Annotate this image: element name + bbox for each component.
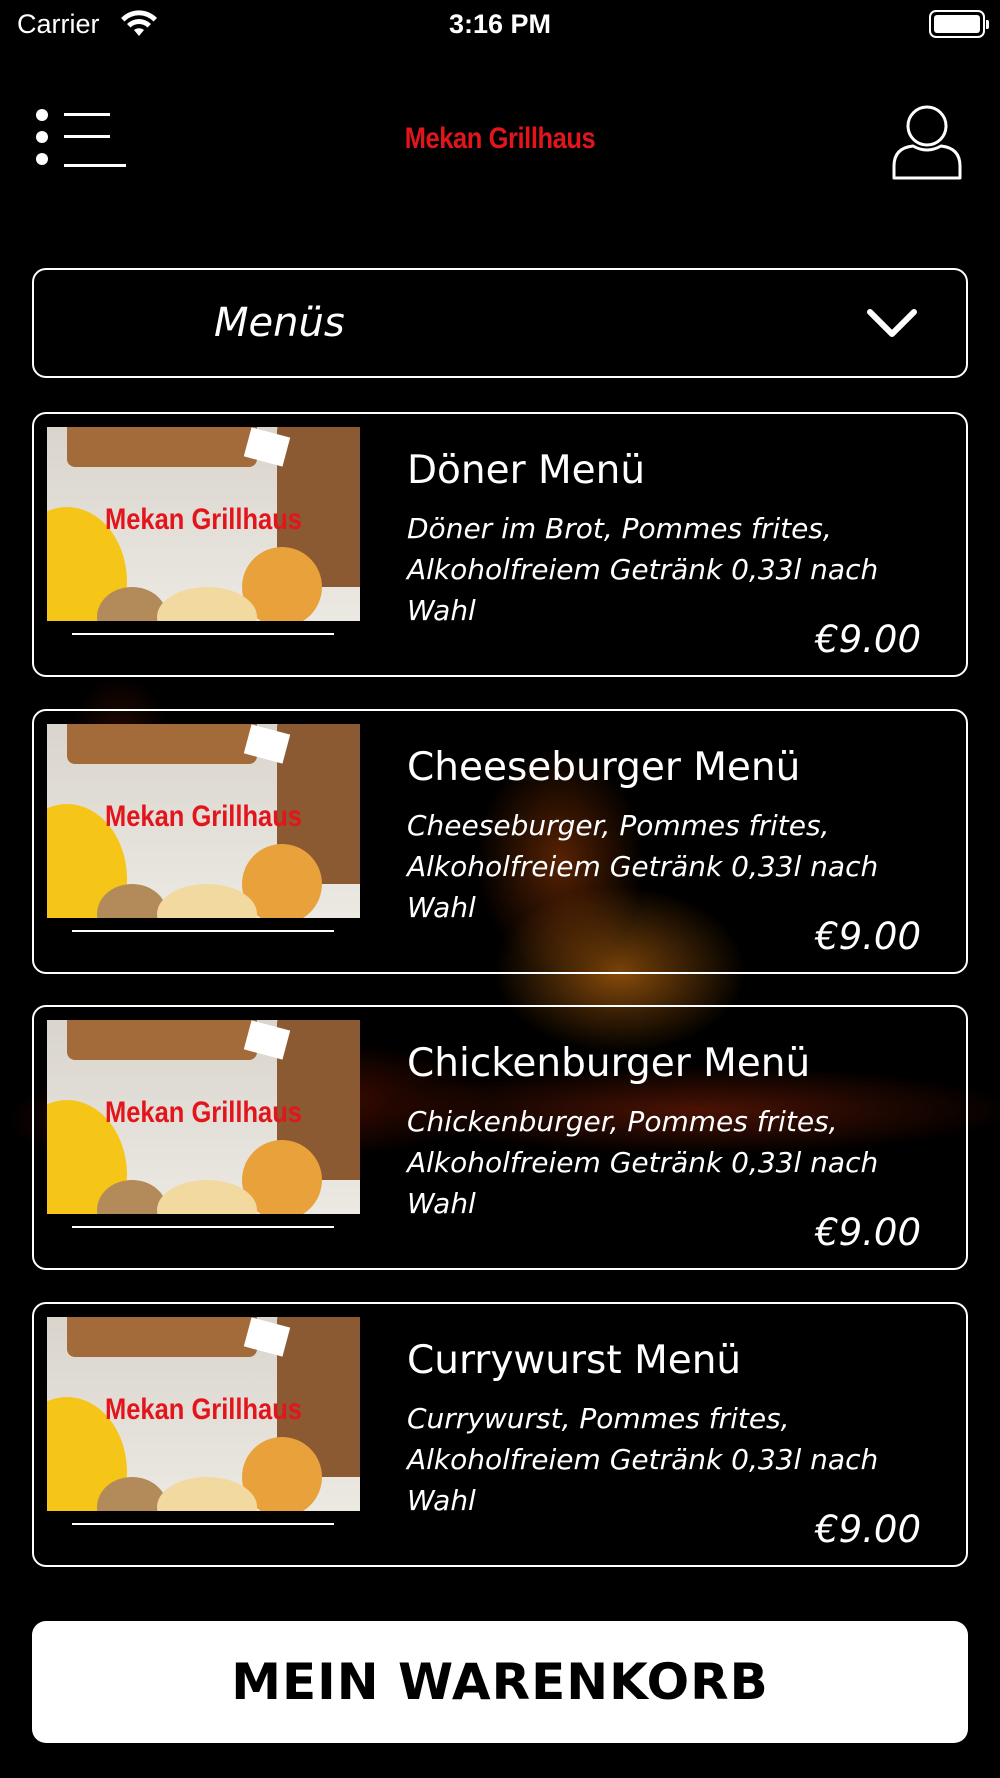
item-description: Döner im Brot, Pommes frites, Alkoholfre…	[407, 512, 879, 627]
image-underline	[72, 1523, 334, 1525]
item-image: Mekan Grillhaus	[47, 724, 360, 918]
user-icon[interactable]	[891, 104, 963, 180]
menu-line	[64, 164, 126, 167]
item-title: Cheeseburger Menü	[407, 745, 801, 790]
menu-dot	[36, 131, 48, 143]
menu-item-card[interactable]: Mekan Grillhaus Cheeseburger Menü Cheese…	[32, 709, 968, 974]
item-price: €9.00	[815, 618, 921, 661]
app-title: Mekan Grillhaus	[404, 122, 596, 155]
category-dropdown[interactable]: Menüs	[32, 268, 968, 378]
image-underline	[72, 633, 334, 635]
item-image: Mekan Grillhaus	[47, 427, 360, 621]
category-selected-label: Menüs	[214, 300, 345, 346]
battery-icon	[929, 10, 989, 38]
item-image-brand: Mekan Grillhaus	[105, 800, 302, 833]
item-price: €9.00	[815, 915, 921, 958]
status-bar: Carrier 3:16 PM	[0, 0, 1000, 50]
item-description: Cheeseburger, Pommes frites, Alkoholfrei…	[407, 809, 879, 924]
menu-dot	[36, 153, 48, 165]
cart-button[interactable]: MEIN WARENKORB	[32, 1621, 968, 1743]
item-description: Chickenburger, Pommes frites, Alkoholfre…	[407, 1105, 879, 1220]
item-image-brand: Mekan Grillhaus	[105, 1096, 302, 1129]
item-price: €9.00	[815, 1508, 921, 1551]
item-image-brand: Mekan Grillhaus	[105, 1393, 302, 1426]
item-title: Döner Menü	[407, 448, 646, 493]
clock: 3:16 PM	[448, 9, 552, 39]
menu-item-card[interactable]: Mekan Grillhaus Currywurst Menü Currywur…	[32, 1302, 968, 1567]
item-description: Currywurst, Pommes frites, Alkoholfreiem…	[407, 1402, 879, 1517]
image-underline	[72, 1226, 334, 1228]
item-image-brand: Mekan Grillhaus	[105, 503, 302, 536]
item-image: Mekan Grillhaus	[47, 1317, 360, 1511]
menu-item-card[interactable]: Mekan Grillhaus Chickenburger Menü Chick…	[32, 1005, 968, 1270]
image-underline	[72, 930, 334, 932]
chevron-down-icon	[867, 309, 917, 337]
menu-line	[64, 113, 110, 116]
item-image: Mekan Grillhaus	[47, 1020, 360, 1214]
menu-item-card[interactable]: Mekan Grillhaus Döner Menü Döner im Brot…	[32, 412, 968, 677]
item-price: €9.00	[815, 1211, 921, 1254]
item-title: Chickenburger Menü	[407, 1041, 811, 1086]
item-title: Currywurst Menü	[407, 1338, 742, 1383]
menu-dot	[36, 109, 48, 121]
